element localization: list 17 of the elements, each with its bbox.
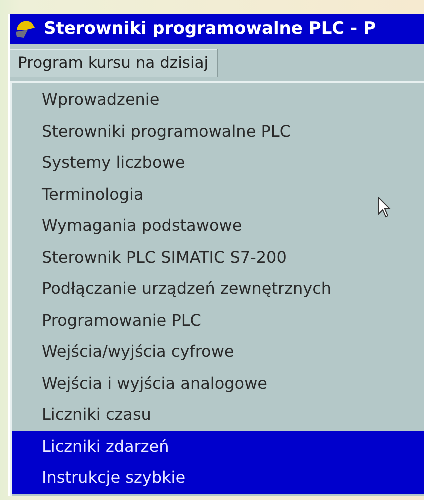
list-item[interactable]: Terminologia bbox=[12, 178, 424, 210]
list-item[interactable]: Podłączanie urządzeń zewnętrznych bbox=[12, 273, 424, 304]
window-title: Sterowniki programowalne PLC - P bbox=[44, 19, 376, 39]
list-item[interactable]: Wejścia i wyjścia analogowe bbox=[12, 368, 424, 399]
tab[interactable]: Program kursu na dzisiaj bbox=[10, 49, 218, 77]
list-item[interactable]: Wymagania podstawowe bbox=[12, 210, 424, 242]
list-item[interactable]: Liczniki czasu bbox=[12, 399, 424, 430]
list-item[interactable]: Sterowniki programowalne PLC bbox=[12, 116, 424, 147]
mouse-pointer-icon bbox=[378, 197, 392, 219]
list-item[interactable]: Wprowadzenie bbox=[12, 84, 424, 116]
list-item[interactable]: Liczniki zdarzeń bbox=[12, 430, 424, 462]
list-item[interactable]: Systemy liczbowe bbox=[12, 147, 424, 178]
list-item[interactable]: Programowanie PLC bbox=[12, 304, 424, 336]
list-item[interactable]: Instrukcje szybkie bbox=[12, 462, 424, 494]
list-item[interactable]: Wejścia/wyjścia cyfrowe bbox=[12, 336, 424, 368]
app-icon bbox=[14, 18, 38, 40]
list-item[interactable]: Sterownik PLC SIMATIC S7-200 bbox=[12, 242, 424, 273]
